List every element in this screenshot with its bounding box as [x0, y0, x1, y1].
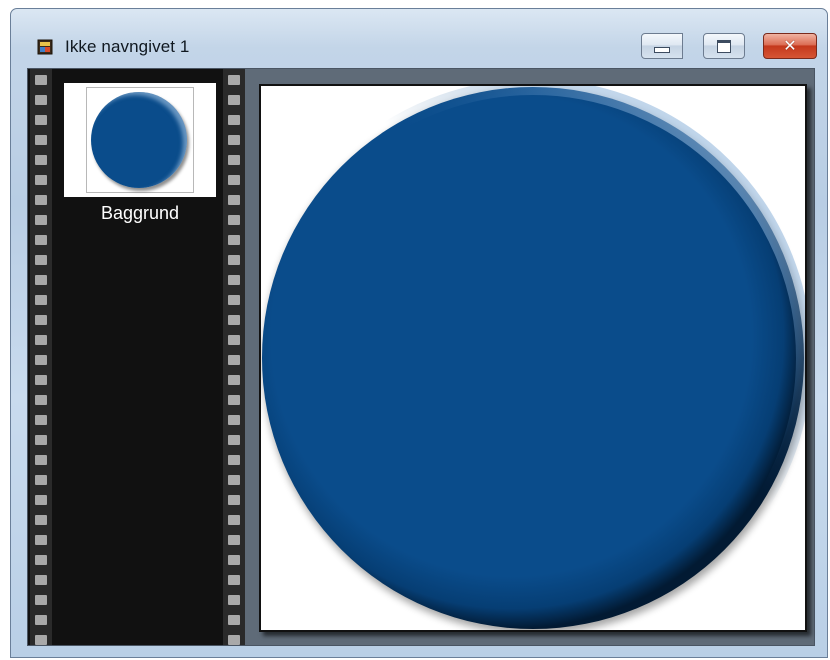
film-perforation [35, 635, 47, 645]
film-perforation [35, 175, 47, 185]
document-window: Ikke navngivet 1 ✕ Baggrund [10, 8, 828, 658]
film-perforation [35, 375, 47, 385]
app-icon[interactable] [37, 39, 53, 55]
film-perforation [228, 255, 240, 265]
film-perforation [228, 635, 240, 645]
film-perforation [35, 95, 47, 105]
film-perforation [35, 295, 47, 305]
film-perforation [228, 95, 240, 105]
film-perforation [228, 75, 240, 85]
film-perforation [228, 535, 240, 545]
film-perforation [228, 315, 240, 325]
film-perforation [228, 615, 240, 625]
film-perforation [228, 575, 240, 585]
circle-thumbnail-icon [91, 92, 187, 188]
film-perforation [228, 395, 240, 405]
minimize-button[interactable] [641, 33, 683, 59]
film-perforation [35, 495, 47, 505]
film-perforation [35, 435, 47, 445]
image-canvas[interactable] [259, 84, 807, 632]
filmstrip-perforation-left [30, 69, 52, 645]
film-perforation [35, 255, 47, 265]
maximize-icon [717, 39, 731, 53]
film-perforation [35, 195, 47, 205]
film-perforation [35, 155, 47, 165]
film-perforation [35, 415, 47, 425]
layer-thumbnail[interactable] [86, 87, 194, 193]
film-perforation [35, 535, 47, 545]
document-client-area: Baggrund [27, 68, 815, 646]
film-perforation [228, 215, 240, 225]
film-perforation [228, 195, 240, 205]
film-perforation [35, 575, 47, 585]
film-perforation [35, 555, 47, 565]
film-perforation [228, 415, 240, 425]
film-perforation [35, 115, 47, 125]
film-perforation [35, 335, 47, 345]
maximize-button[interactable] [703, 33, 745, 59]
film-perforation [228, 495, 240, 505]
film-perforation [35, 235, 47, 245]
film-perforation [228, 515, 240, 525]
film-perforation [35, 315, 47, 325]
layers-filmstrip: Baggrund [28, 69, 245, 645]
minimize-icon [654, 47, 670, 53]
film-perforation [228, 595, 240, 605]
title-bar[interactable]: Ikke navngivet 1 ✕ [11, 9, 827, 67]
film-perforation [35, 75, 47, 85]
film-perforation [35, 135, 47, 145]
film-perforation [35, 615, 47, 625]
film-perforation [35, 595, 47, 605]
film-perforation [228, 555, 240, 565]
film-perforation [228, 275, 240, 285]
film-perforation [228, 435, 240, 445]
film-perforation [228, 135, 240, 145]
film-perforation [228, 335, 240, 345]
filmstrip-perforation-right [223, 69, 245, 645]
film-perforation [35, 215, 47, 225]
film-perforation [228, 235, 240, 245]
film-perforation [228, 455, 240, 465]
film-perforation [35, 275, 47, 285]
canvas-workspace [245, 69, 814, 645]
film-perforation [228, 295, 240, 305]
layer-name-label[interactable]: Baggrund [64, 203, 216, 224]
film-perforation [35, 455, 47, 465]
blue-circle-shape [261, 86, 805, 630]
film-perforation [35, 395, 47, 405]
window-title: Ikke navngivet 1 [65, 37, 190, 56]
film-perforation [35, 355, 47, 365]
film-perforation [228, 475, 240, 485]
film-perforation [35, 515, 47, 525]
film-perforation [228, 375, 240, 385]
film-perforation [228, 175, 240, 185]
film-perforation [228, 155, 240, 165]
layer-item[interactable] [64, 83, 216, 197]
film-perforation [35, 475, 47, 485]
film-perforation [228, 355, 240, 365]
film-perforation [228, 115, 240, 125]
close-button[interactable]: ✕ [763, 33, 817, 59]
close-icon: ✕ [783, 36, 797, 55]
